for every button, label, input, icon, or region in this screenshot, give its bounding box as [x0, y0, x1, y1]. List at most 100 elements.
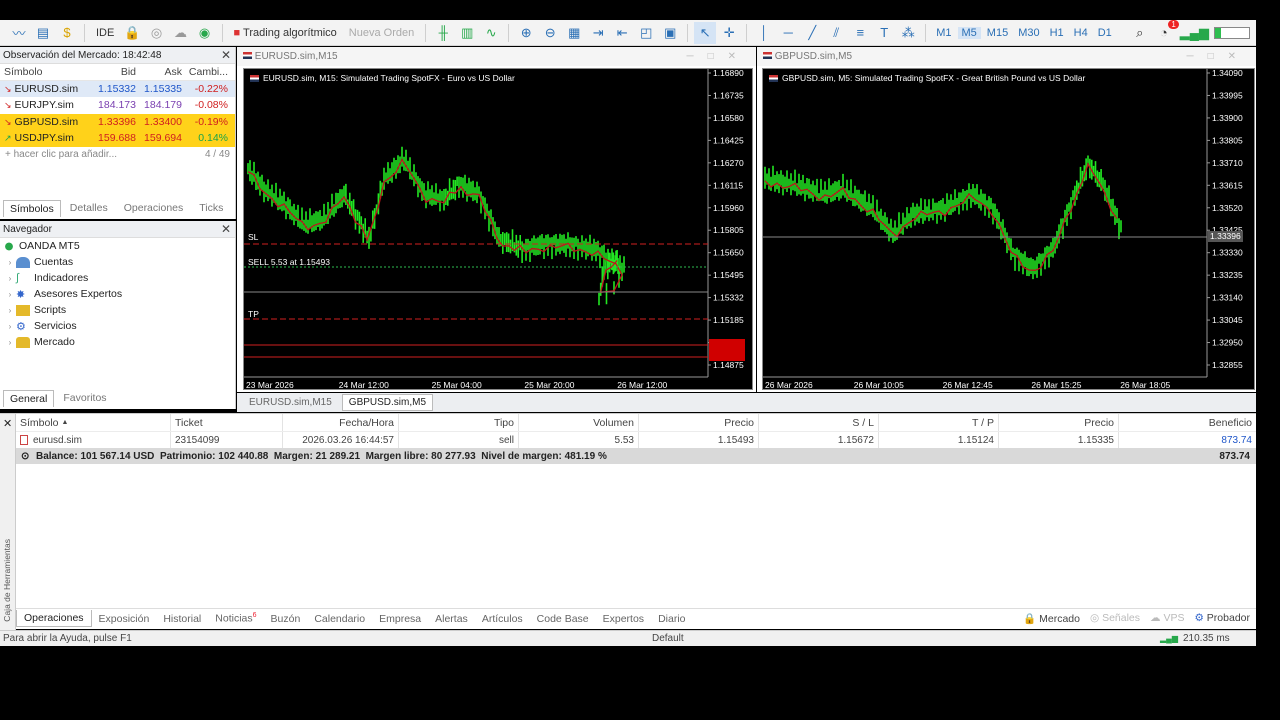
line-icon[interactable]: ∿ [480, 22, 502, 44]
table-row[interactable]: eurusd.sim 23154099 2026.03.26 16:44:57 … [16, 432, 1256, 448]
vps-icon[interactable]: ◉ [194, 22, 216, 44]
chart-tab-eurusd[interactable]: EURUSD.sim,M15 [243, 395, 338, 410]
tab-codebase[interactable]: Code Base [530, 611, 596, 627]
fibonacci-icon[interactable]: ≡ [849, 22, 871, 44]
screenshot-icon[interactable]: ◰ [635, 22, 657, 44]
tab-company[interactable]: Empresa [372, 611, 428, 627]
nav-item-indicators[interactable]: › ∫ Indicadores [0, 270, 235, 286]
market-row[interactable]: ↘ GBPUSD.sim 1.33396 1.33400 -0.19% [0, 113, 235, 130]
col-current-price[interactable]: Precio [999, 414, 1119, 431]
signals-button[interactable]: ◎ Señales [1090, 612, 1140, 625]
tab-ticks[interactable]: Ticks [192, 199, 230, 217]
tab-history[interactable]: Historial [156, 611, 208, 627]
tab-favorites[interactable]: Favoritos [56, 389, 113, 407]
tab-news[interactable]: Noticias6 [208, 610, 263, 627]
col-volume[interactable]: Volumen [519, 414, 639, 431]
col-sl[interactable]: S / L [759, 414, 879, 431]
zoom-in-icon[interactable]: ⊕ [515, 22, 537, 44]
market-button[interactable]: 🔒 Mercado [1023, 612, 1080, 625]
tf-h1[interactable]: H1 [1046, 27, 1068, 39]
col-bid[interactable]: Bid [92, 66, 139, 78]
channel-icon[interactable]: ⫽ [825, 22, 847, 44]
close-icon[interactable]: ✕ [221, 222, 231, 236]
nav-root[interactable]: OANDA MT5 [0, 238, 235, 254]
new-order-button[interactable]: Nueva Orden [344, 27, 419, 39]
cursor-icon[interactable]: ↖ [694, 21, 717, 44]
tf-m30[interactable]: M30 [1014, 27, 1043, 39]
notifications-icon[interactable]: ◔ 1 [1153, 19, 1179, 44]
col-symbol[interactable]: Símbolo ▲ [16, 414, 171, 431]
tab-alerts[interactable]: Alertas [428, 611, 475, 627]
crosshair-icon[interactable]: ✛ [718, 22, 740, 44]
price-chart-svg[interactable]: 1.16890 1.16735 1.16580 1.16425 1.16270 1.161… [244, 69, 754, 391]
trendline-icon[interactable]: ╱ [801, 22, 823, 44]
chart-plot[interactable]: 1.34090 1.33995 1.33900 1.33805 1.33710 1.336… [762, 68, 1255, 390]
tf-m15[interactable]: M15 [983, 27, 1012, 39]
tab-general[interactable]: General [3, 390, 55, 407]
tab-operations[interactable]: Operaciones [117, 199, 191, 217]
tab-details[interactable]: Detalles [63, 199, 115, 217]
autoscroll-icon[interactable]: ⇥ [587, 22, 609, 44]
expand-icon[interactable]: › [4, 338, 16, 347]
nav-item-market[interactable]: › Mercado [0, 334, 235, 350]
nav-item-experts[interactable]: › ✸ Asesores Expertos [0, 286, 235, 302]
nav-item-services[interactable]: › ⚙ Servicios [0, 318, 235, 334]
tab-mailbox[interactable]: Buzón [264, 611, 308, 627]
tab-experts[interactable]: Expertos [596, 611, 651, 627]
tab-symbols[interactable]: Símbolos [3, 199, 61, 217]
line-chart-icon[interactable]: 〰 [8, 22, 30, 44]
zoom-out-icon[interactable]: ⊖ [539, 22, 561, 44]
expand-icon[interactable]: › [4, 306, 16, 315]
vertical-line-icon[interactable]: │ [753, 22, 775, 44]
nav-item-scripts[interactable]: › Scripts [0, 302, 235, 318]
lock-icon[interactable]: 🔒 [121, 22, 143, 44]
tester-button[interactable]: ⚙ Probador [1194, 612, 1250, 625]
tab-journal[interactable]: Diario [651, 611, 692, 627]
close-icon[interactable]: ✕ [221, 48, 231, 62]
col-tp[interactable]: T / P [879, 414, 999, 431]
expand-icon[interactable]: › [4, 258, 16, 267]
candle-chart-icon[interactable]: ▥ [456, 22, 478, 44]
grid-icon[interactable]: ▦ [563, 22, 585, 44]
close-icon[interactable]: ✕ [3, 417, 12, 430]
algo-trading-button[interactable]: ■ Trading algorítmico [229, 27, 342, 39]
horizontal-line-icon[interactable]: ─ [777, 22, 799, 44]
tf-m5[interactable]: M5 [957, 26, 981, 39]
chart-type-icon[interactable]: ▤ [32, 22, 54, 44]
ide-button[interactable]: IDE [91, 27, 119, 39]
cloud-icon[interactable]: ☁ [170, 22, 192, 44]
price-chart-svg[interactable]: 1.34090 1.33995 1.33900 1.33805 1.33710 1.336… [763, 69, 1256, 391]
tab-articles[interactable]: Artículos [475, 611, 530, 627]
templates-icon[interactable]: ▣ [659, 22, 681, 44]
shapes-icon[interactable]: ⁂ [897, 22, 919, 44]
tab-exposure[interactable]: Exposición [92, 611, 157, 627]
signal-icon[interactable]: ◎ [146, 22, 168, 44]
window-controls[interactable]: ─□✕ [686, 51, 750, 62]
market-row[interactable]: ↘ EURUSD.sim 1.15332 1.15335 -0.22% [0, 80, 235, 97]
tf-m1[interactable]: M1 [932, 27, 955, 39]
expand-icon[interactable]: › [4, 322, 16, 331]
chart-plot[interactable]: 1.16890 1.16735 1.16580 1.16425 1.16270 1.161… [243, 68, 753, 390]
window-controls[interactable]: ─□✕ [1186, 51, 1250, 62]
expand-icon[interactable]: › [4, 274, 16, 283]
chart-shift-icon[interactable]: ⇤ [611, 22, 633, 44]
col-type[interactable]: Tipo [399, 414, 519, 431]
market-row[interactable]: ↘ EURJPY.sim 184.173 184.179 -0.08% [0, 97, 235, 114]
col-ask[interactable]: Ask [139, 66, 185, 78]
chart-tab-gbpusd[interactable]: GBPUSD.sim,M5 [341, 394, 434, 411]
col-change[interactable]: Cambi... [185, 66, 232, 78]
tf-d1[interactable]: D1 [1094, 27, 1116, 39]
market-row[interactable]: ↗ USDJPY.sim 159.688 159.694 0.14% [0, 130, 235, 147]
nav-item-accounts[interactable]: › Cuentas [0, 254, 235, 270]
col-datetime[interactable]: Fecha/Hora [283, 414, 399, 431]
col-symbol[interactable]: Símbolo [0, 66, 92, 78]
expand-icon[interactable]: › [4, 290, 16, 299]
coin-icon[interactable]: $ [56, 22, 78, 44]
text-icon[interactable]: T [873, 22, 895, 44]
tab-calendar[interactable]: Calendario [307, 611, 372, 627]
col-profit[interactable]: Beneficio [1119, 414, 1256, 431]
vps-button[interactable]: ☁ VPS [1150, 612, 1184, 625]
add-symbol-row[interactable]: + hacer clic para añadir... 4 / 49 [0, 147, 235, 163]
col-price[interactable]: Precio [639, 414, 759, 431]
tf-h4[interactable]: H4 [1070, 27, 1092, 39]
